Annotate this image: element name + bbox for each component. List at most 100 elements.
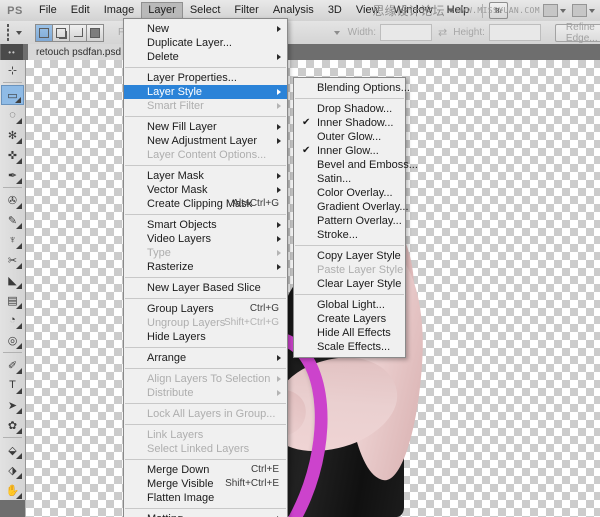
menu-item-new[interactable]: New [124, 22, 287, 36]
options-bar: Fe Width: ⇄ Height: Refine Edge... [0, 21, 600, 45]
gradient-tool[interactable]: ▤ [1, 290, 24, 310]
menu-item-new-adjustment-layer[interactable]: New Adjustment Layer [124, 134, 287, 148]
menu-item-label: Layer Style [147, 86, 203, 98]
rectangular-marquee-tool[interactable]: ▭ [1, 85, 24, 105]
menu-item-clear-layer-style[interactable]: Clear Layer Style [294, 277, 405, 291]
menu-filter[interactable]: Filter [227, 2, 265, 20]
menu-edit[interactable]: Edit [64, 2, 97, 20]
eraser-tool[interactable]: ◣ [1, 270, 24, 290]
menu-item-label: Layer Content Options... [147, 149, 267, 161]
menu-item-hide-layers[interactable]: Hide Layers [124, 330, 287, 344]
menu-separator [125, 424, 286, 425]
menu-item-video-layers[interactable]: Video Layers [124, 232, 287, 246]
menu-select[interactable]: Select [183, 2, 228, 20]
menu-item-satin[interactable]: Satin... [294, 172, 405, 186]
new-selection-button[interactable] [35, 23, 53, 42]
menu-item-layer-mask[interactable]: Layer Mask [124, 169, 287, 183]
menu-item-layer-properties[interactable]: Layer Properties... [124, 71, 287, 85]
move-tool[interactable]: ⊹ [1, 60, 24, 80]
tool-submenu-triangle-icon [16, 453, 22, 459]
menu-item-merge-down[interactable]: Merge Down Ctrl+E [124, 463, 287, 477]
3d-rotate-tool[interactable]: ⬙ [1, 440, 24, 460]
swap-dimensions-icon[interactable]: ⇄ [438, 26, 447, 39]
menu-item-rasterize[interactable]: Rasterize [124, 260, 287, 274]
menu-item-stroke[interactable]: Stroke... [294, 228, 405, 242]
menu-item-pattern-overlay[interactable]: Pattern Overlay... [294, 214, 405, 228]
menu-item-delete[interactable]: Delete [124, 50, 287, 64]
layer-style-submenu[interactable]: Blending Options... Drop Shadow... ✔ Inner … [293, 77, 418, 358]
width-input[interactable] [380, 24, 433, 41]
quick-selection-tool[interactable]: ✻ [1, 125, 24, 145]
intersect-selection-button[interactable] [86, 23, 104, 42]
menu-item-inner-shadow[interactable]: ✔ Inner Shadow... [294, 116, 405, 130]
spot-healing-brush-tool[interactable]: ✇ [1, 190, 24, 210]
add-to-selection-button[interactable] [52, 23, 70, 42]
menu-item-new-fill-layer[interactable]: New Fill Layer [124, 120, 287, 134]
menu-item-matting[interactable]: Matting [124, 512, 287, 517]
dodge-tool[interactable]: ◎ [1, 330, 24, 350]
menu-image[interactable]: Image [97, 2, 142, 20]
tool-submenu-triangle-icon [16, 243, 22, 249]
menu-item-copy-layer-style[interactable]: Copy Layer Style [294, 249, 405, 263]
menu-3d[interactable]: 3D [321, 2, 349, 20]
menu-item-global-light[interactable]: Global Light... [294, 298, 405, 312]
blur-tool[interactable]: ◔ [1, 310, 24, 330]
tab-grip-handle[interactable]: •• [1, 44, 23, 60]
screen-mode-dropdown[interactable] [543, 4, 566, 17]
menu-item-drop-shadow[interactable]: Drop Shadow... [294, 102, 405, 116]
menu-item-hide-all-effects[interactable]: Hide All Effects [294, 326, 405, 340]
layer-menu-dropdown[interactable]: New Duplicate Layer... Delete Layer Propert… [123, 18, 288, 517]
subtract-from-selection-button[interactable] [69, 23, 87, 42]
menu-item-paste-layer-style: Paste Layer Style [294, 263, 405, 277]
view-extras-dropdown[interactable] [447, 8, 454, 13]
arrange-documents-dropdown[interactable] [572, 4, 595, 17]
menu-item-duplicate-layer[interactable]: Duplicate Layer... [124, 36, 287, 50]
menu-item-label: Hide All Effects [317, 327, 391, 339]
history-brush-tool[interactable]: ✂ [1, 250, 24, 270]
menu-item-label: Inner Glow... [317, 145, 379, 157]
style-chevron-down-icon[interactable] [333, 30, 340, 35]
custom-shape-tool[interactable]: ✿ [1, 415, 24, 435]
crop-tool[interactable]: ✜ [1, 145, 24, 165]
3d-orbit-tool[interactable]: ⬗ [1, 460, 24, 480]
tool-submenu-triangle-icon [16, 118, 22, 124]
menu-item-color-overlay[interactable]: Color Overlay... [294, 186, 405, 200]
horizontal-type-icon: T [9, 379, 16, 391]
menu-item-create-clipping-mask[interactable]: Create Clipping Mask Alt+Ctrl+G [124, 197, 287, 211]
menu-item-label: Create Layers [317, 313, 387, 325]
menu-item-gradient-overlay[interactable]: Gradient Overlay... [294, 200, 409, 214]
menu-item-flatten-image[interactable]: Flatten Image [124, 491, 287, 505]
menu-item-outer-glow[interactable]: Outer Glow... [294, 130, 405, 144]
menu-item-bevel-and-emboss[interactable]: Bevel and Emboss... [294, 158, 418, 172]
clone-stamp-tool[interactable]: ♆ [1, 230, 24, 250]
height-input[interactable] [488, 24, 541, 41]
menu-file[interactable]: File [32, 2, 64, 20]
menu-layer[interactable]: Layer [141, 1, 183, 20]
eyedropper-tool[interactable]: ✒ [1, 165, 24, 185]
menu-item-layer-style[interactable]: Layer Style [124, 85, 287, 99]
menu-item-blending-options[interactable]: Blending Options... [294, 81, 410, 95]
menu-item-merge-visible[interactable]: Merge Visible Shift+Ctrl+E [124, 477, 287, 491]
menu-item-scale-effects[interactable]: Scale Effects... [294, 340, 405, 354]
tool-submenu-triangle-icon [16, 283, 22, 289]
hand-tool[interactable]: ✋ [1, 480, 24, 500]
menu-item-new-layer-based-slice[interactable]: New Layer Based Slice [124, 281, 287, 295]
lasso-tool[interactable]: ◌ [1, 105, 24, 125]
tool-preset-chevron-down-icon[interactable] [16, 30, 22, 35]
menu-item-shortcut: Ctrl+G [249, 303, 279, 314]
pen-tool[interactable]: ✐ [1, 355, 24, 375]
menu-analysis[interactable]: Analysis [266, 2, 321, 20]
submenu-arrow-icon [277, 250, 281, 256]
path-selection-tool[interactable]: ➤ [1, 395, 24, 415]
menu-item-smart-objects[interactable]: Smart Objects [124, 218, 287, 232]
menu-item-create-layers[interactable]: Create Layers [294, 312, 405, 326]
menu-item-inner-glow[interactable]: ✔ Inner Glow... [294, 144, 405, 158]
menu-item-vector-mask[interactable]: Vector Mask [124, 183, 287, 197]
menu-item-group-layers[interactable]: Group Layers Ctrl+G [124, 302, 287, 316]
refine-edge-button[interactable]: Refine Edge... [554, 22, 600, 44]
horizontal-type-tool[interactable]: T [1, 375, 24, 395]
menu-item-shortcut: Ctrl+E [250, 464, 279, 475]
brush-tool[interactable]: ✎ [1, 210, 24, 230]
menu-item-distribute: Distribute [124, 386, 287, 400]
menu-item-arrange[interactable]: Arrange [124, 351, 287, 365]
